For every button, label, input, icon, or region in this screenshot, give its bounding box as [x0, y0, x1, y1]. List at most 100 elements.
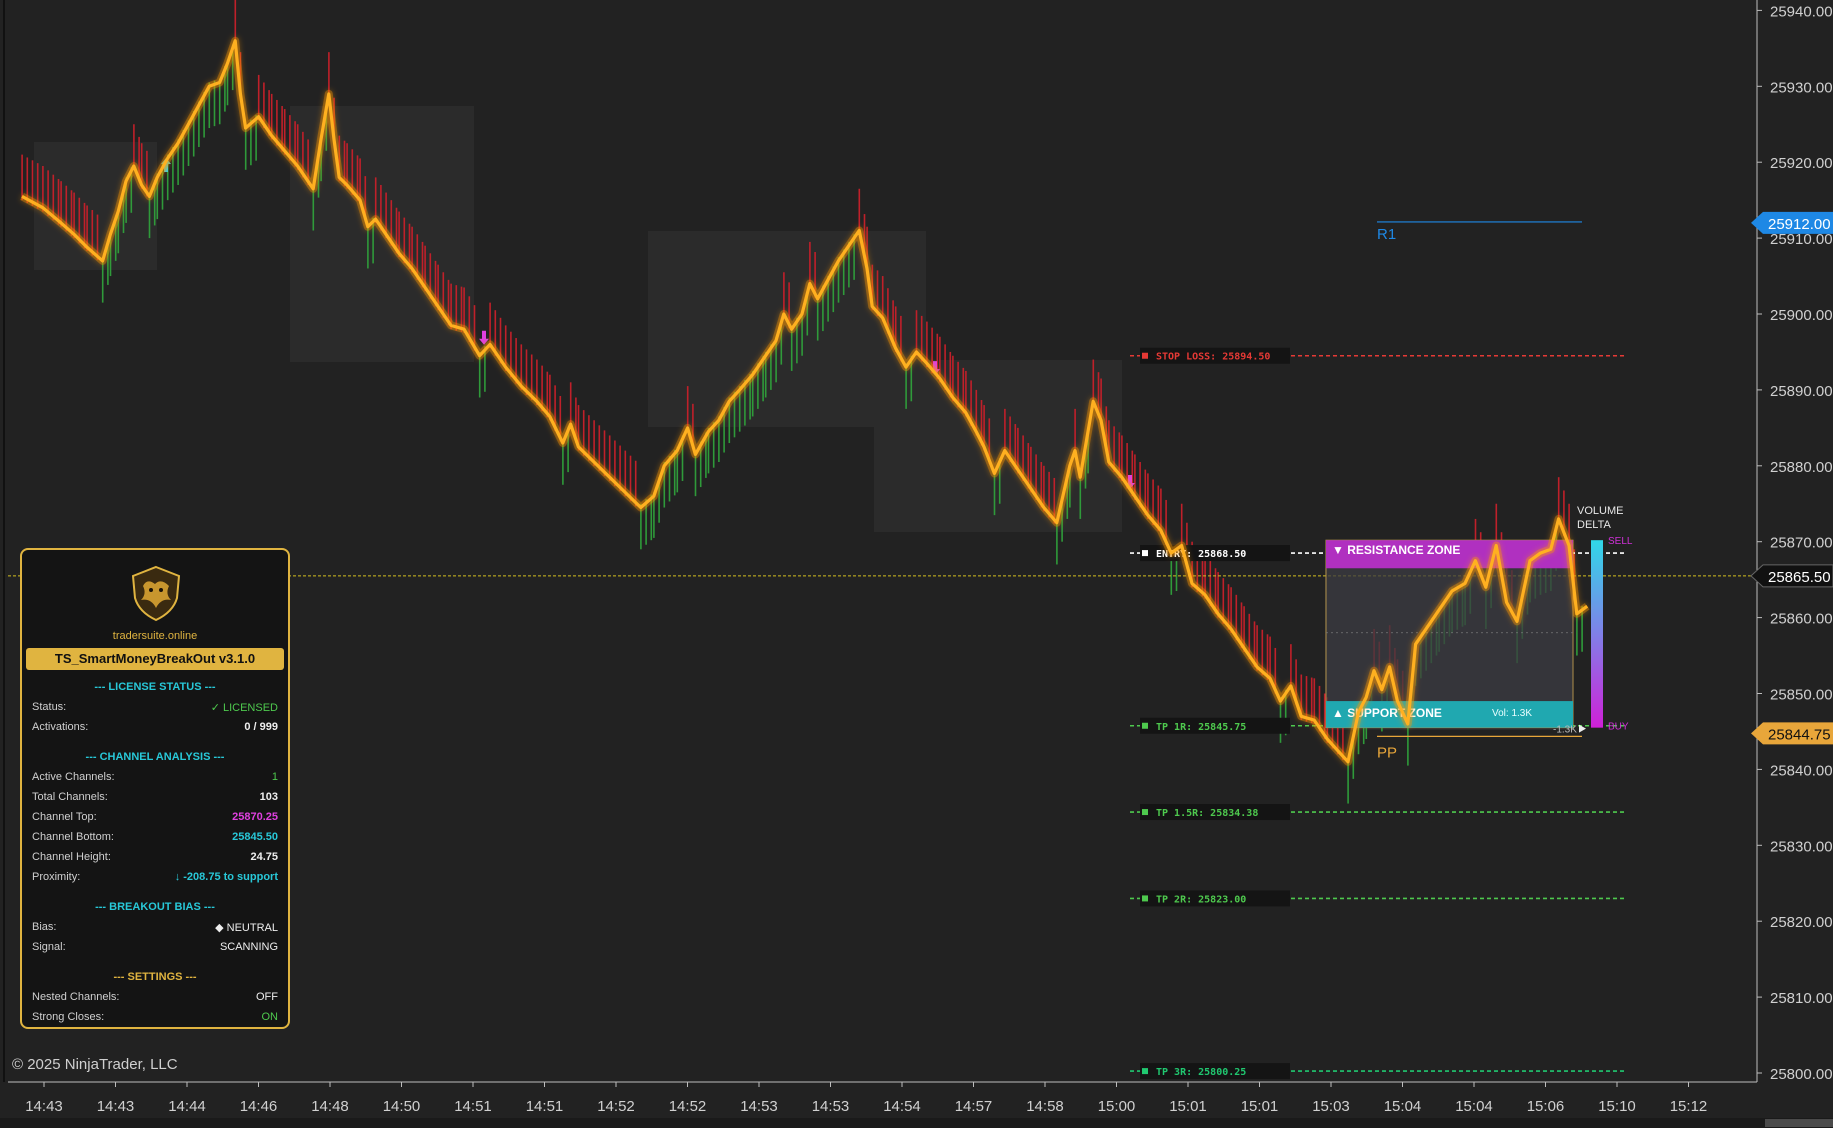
volume-delta-bar: [1591, 540, 1603, 728]
signal-row: Signal: SCANNING: [32, 941, 278, 957]
channel-height-label: Channel Height:: [32, 851, 111, 863]
candle: [21, 154, 23, 201]
price-tick-label: 25870.00: [1770, 535, 1833, 552]
horizontal-scrollbar[interactable]: [0, 1118, 1833, 1128]
time-tick-label: 15:00: [1098, 1098, 1136, 1115]
copyright-label: © 2025 NinjaTrader, LLC: [12, 1056, 178, 1073]
price-tag-label: 25912.00: [1768, 216, 1831, 233]
level-marker-icon: [1142, 722, 1148, 729]
activations-row: Activations: 0 / 999: [32, 721, 278, 737]
time-tick-label: 14:46: [240, 1098, 278, 1115]
pp-pivot-label: PP: [1377, 744, 1397, 761]
channel-bottom-label: Channel Bottom:: [32, 831, 114, 843]
proximity-row: Proximity: ↓ -208.75 to support: [32, 871, 278, 887]
price-tick-label: 25810.00: [1770, 990, 1833, 1007]
settings-header: --- SETTINGS ---: [113, 971, 197, 983]
total-channels-row: Total Channels: 103: [32, 791, 278, 807]
strong-closes-row: Strong Closes: ON: [32, 1011, 278, 1027]
price-tick-label: 25920.00: [1770, 155, 1833, 172]
time-tick-label: 15:01: [1169, 1098, 1207, 1115]
time-tick-label: 14:52: [669, 1098, 707, 1115]
level-label: TP 1R: 25845.75: [1156, 722, 1246, 733]
time-tick-label: 15:01: [1241, 1098, 1279, 1115]
status-label: Status:: [32, 701, 67, 713]
support-zone-label: ▲ SUPPORT ZONE: [1332, 706, 1442, 720]
time-tick-label: 14:51: [526, 1098, 564, 1115]
volume-delta-buy-label: BUY: [1608, 722, 1629, 733]
level-label: TP 3R: 25800.25: [1156, 1067, 1246, 1078]
channel-bottom-value: 25845.50: [232, 831, 278, 843]
volume-delta-title: VOLUME: [1577, 505, 1623, 517]
level-marker-icon: [1142, 809, 1148, 816]
scrollbar-thumb[interactable]: [1765, 1119, 1833, 1127]
time-tick-label: 14:44: [168, 1098, 206, 1115]
level-label: TP 1.5R: 25834.38: [1156, 808, 1258, 819]
license-header: --- LICENSE STATUS ---: [94, 681, 216, 693]
level-label: TP 2R: 25823.00: [1156, 894, 1246, 905]
strong-closes-label: Strong Closes:: [32, 1011, 105, 1023]
nested-channels-label: Nested Channels:: [32, 991, 120, 1003]
channel-height-value: 24.75: [250, 851, 278, 863]
status-value: ✓ LICENSED: [210, 702, 278, 714]
level-marker-icon: [1142, 352, 1148, 359]
active-channels-label: Active Channels:: [32, 771, 115, 783]
level-label: STOP LOSS: 25894.50: [1156, 352, 1270, 363]
level-marker-icon: [1142, 550, 1148, 557]
channel-top-label: Channel Top:: [32, 811, 97, 823]
proximity-value: ↓ -208.75 to support: [174, 871, 278, 883]
price-tick-label: 25840.00: [1770, 762, 1833, 779]
channel-height-row: Channel Height: 24.75: [32, 851, 278, 867]
indicator-title: TS_SmartMoneyBreakOut v3.1.0: [26, 648, 284, 670]
price-tick-label: 25900.00: [1770, 307, 1833, 324]
activations-label: Activations:: [32, 721, 89, 733]
time-tick-label: 15:10: [1598, 1098, 1636, 1115]
time-tick-label: 14:51: [454, 1098, 492, 1115]
active-channels-row: Active Channels: 1: [32, 771, 278, 787]
price-tick-label: 25800.00: [1770, 1066, 1833, 1083]
total-channels-value: 103: [259, 791, 278, 803]
bull-bear-shield-logo-icon: [131, 565, 181, 622]
signal-value: SCANNING: [219, 941, 278, 953]
time-tick-label: 15:06: [1527, 1098, 1565, 1115]
price-tick-label: 25850.00: [1770, 687, 1833, 704]
volume-delta-title-2: DELTA: [1577, 519, 1611, 531]
price-tick-label: 25930.00: [1770, 79, 1833, 96]
signal-label: Signal:: [32, 941, 66, 953]
time-tick-label: 14:43: [25, 1098, 63, 1115]
price-tag-label: 25865.50: [1768, 569, 1831, 586]
site-label: tradersuite.online: [112, 630, 198, 642]
time-tick-label: 14:54: [883, 1098, 921, 1115]
support-zone-volume: Vol: 1.3K: [1492, 708, 1532, 719]
channel-bottom-row: Channel Bottom: 25845.50: [32, 831, 278, 847]
channel-header: --- CHANNEL ANALYSIS ---: [85, 751, 225, 763]
price-tick-label: 25890.00: [1770, 383, 1833, 400]
time-tick-label: 14:57: [955, 1098, 993, 1115]
r1-pivot-label: R1: [1377, 226, 1396, 243]
price-tick-label: 25880.00: [1770, 459, 1833, 476]
time-tick-label: 14:53: [812, 1098, 850, 1115]
bias-value: ◆ NEUTRAL: [215, 922, 278, 934]
time-tick-label: 15:04: [1384, 1098, 1422, 1115]
price-tag-label: 25844.75: [1768, 726, 1831, 743]
nested-channels-row: Nested Channels: OFF: [32, 991, 278, 1007]
active-channels-value: 1: [271, 771, 278, 783]
volume-delta-sell-label: SELL: [1608, 536, 1633, 547]
volume-delta-marker: -1.3K: [1553, 725, 1577, 736]
time-tick-label: 14:48: [311, 1098, 349, 1115]
indicator-info-panel: tradersuite.online TS_SmartMoneyBreakOut…: [20, 548, 290, 1029]
resistance-zone-label: ▼ RESISTANCE ZONE: [1332, 543, 1460, 557]
time-tick-label: 15:03: [1312, 1098, 1350, 1115]
status-row: Status: ✓ LICENSED: [32, 701, 278, 717]
total-channels-label: Total Channels:: [32, 791, 108, 803]
price-tick-label: 25830.00: [1770, 838, 1833, 855]
level-marker-icon: [1142, 895, 1148, 902]
channel-top-value: 25870.25: [232, 811, 278, 823]
bias-row: Bias: ◆ NEUTRAL: [32, 921, 278, 937]
strong-closes-value: ON: [261, 1011, 279, 1023]
price-tick-label: 25860.00: [1770, 611, 1833, 628]
breakout-bias-header: --- BREAKOUT BIAS ---: [95, 901, 215, 913]
level-marker-icon: [1142, 1068, 1148, 1075]
time-tick-label: 14:43: [97, 1098, 135, 1115]
time-tick-label: 14:58: [1026, 1098, 1064, 1115]
price-tick-label: 25940.00: [1770, 3, 1833, 20]
